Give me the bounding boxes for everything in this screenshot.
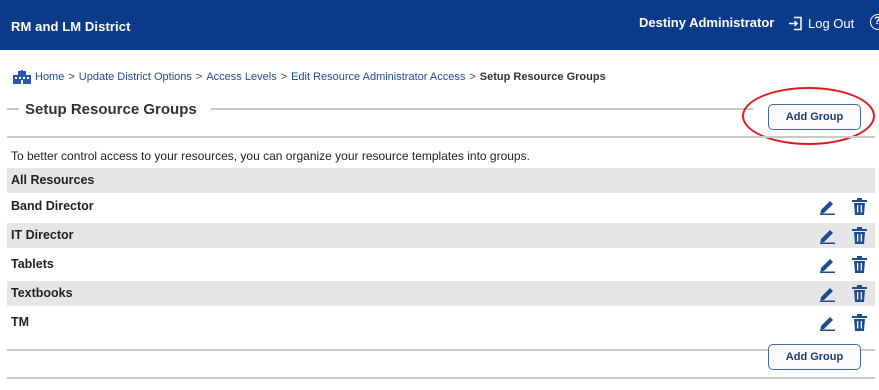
pencil-icon[interactable] — [819, 198, 836, 215]
breadcrumb-home[interactable]: Home — [35, 71, 64, 83]
breadcrumb-current: Setup Resource Groups — [479, 71, 606, 83]
all-resources-label: All Resources — [11, 173, 95, 187]
pencil-icon[interactable] — [819, 314, 836, 331]
trash-icon[interactable] — [852, 314, 867, 331]
user-name: Destiny Administrator — [639, 15, 775, 30]
logout-icon — [789, 16, 802, 30]
help-icon[interactable]: ? — [870, 14, 879, 30]
pencil-icon[interactable] — [819, 256, 836, 273]
header-divider — [7, 136, 875, 138]
breadcrumb-separator: > — [280, 71, 288, 83]
breadcrumb-access-levels[interactable]: Access Levels — [206, 71, 276, 83]
title-rule-right — [211, 108, 753, 110]
top-header: RM and LM District Destiny Administrator… — [0, 0, 879, 50]
group-name: TM — [11, 315, 30, 329]
trash-icon[interactable] — [852, 256, 867, 273]
breadcrumb-update-district-options[interactable]: Update District Options — [79, 71, 192, 83]
group-name: Textbooks — [11, 286, 73, 300]
breadcrumb-separator: > — [68, 71, 75, 83]
logout-link[interactable]: Log Out — [788, 14, 854, 32]
all-resources-row: All Resources — [7, 168, 875, 193]
district-name: RM and LM District — [11, 19, 131, 34]
group-row: IT Director — [7, 223, 875, 248]
group-row: TM — [7, 310, 875, 335]
bottom-divider — [7, 377, 875, 379]
logout-label: Log Out — [808, 15, 855, 31]
trash-icon[interactable] — [852, 227, 867, 244]
breadcrumb-edit-resource-administrator-access[interactable]: Edit Resource Administrator Access — [291, 71, 465, 83]
pencil-icon[interactable] — [819, 285, 836, 302]
group-name: IT Director — [11, 228, 74, 242]
district-building-icon — [13, 70, 31, 84]
pencil-icon[interactable] — [819, 227, 836, 244]
title-rule-left — [7, 108, 19, 110]
breadcrumb-separator: > — [469, 71, 476, 83]
group-row: Textbooks — [7, 281, 875, 306]
add-group-button-bottom[interactable]: Add Group — [768, 344, 861, 370]
breadcrumb: Home > Update District Options > Access … — [13, 68, 606, 86]
footer-divider — [7, 349, 875, 351]
group-row: Tablets — [7, 252, 875, 277]
group-name: Band Director — [11, 199, 94, 213]
page-title: Setup Resource Groups — [25, 101, 197, 118]
group-name: Tablets — [11, 257, 54, 271]
group-row: Band Director — [7, 194, 875, 219]
breadcrumb-separator: > — [195, 71, 203, 83]
intro-text: To better control access to your resourc… — [11, 149, 530, 163]
trash-icon[interactable] — [852, 198, 867, 215]
trash-icon[interactable] — [852, 285, 867, 302]
